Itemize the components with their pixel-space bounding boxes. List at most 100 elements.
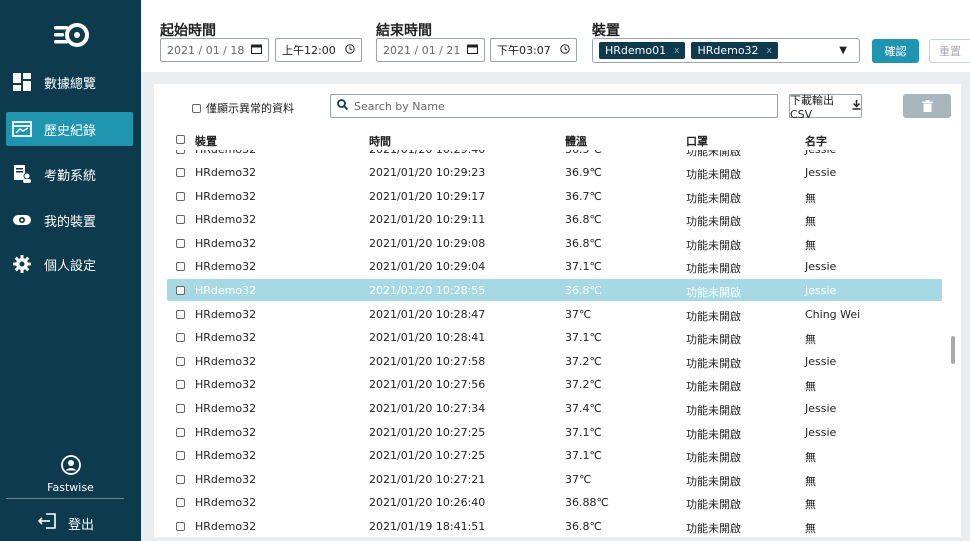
- download-csv-button[interactable]: 下載輸出 CSV: [789, 93, 862, 121]
- row-checkbox[interactable]: [176, 427, 185, 437]
- cell-temp: 36.8℃: [565, 284, 602, 297]
- sidebar-item-label: 數據總覽: [44, 76, 97, 92]
- row-checkbox[interactable]: [176, 498, 185, 508]
- row-checkbox[interactable]: [176, 215, 185, 225]
- cell-mask: 功能未開啟: [686, 404, 741, 417]
- row-checkbox[interactable]: [176, 286, 185, 295]
- sidebar-item-overview[interactable]: 數據總覽: [0, 65, 141, 99]
- row-checkbox[interactable]: [176, 522, 185, 531]
- table-row[interactable]: HRdemo32 2021/01/20 10:28:41 37.1℃ 功能未開啟 無: [167, 326, 942, 348]
- row-checkbox[interactable]: [176, 238, 185, 248]
- sidebar-item-label: 考勤系統: [44, 168, 97, 184]
- reset-button[interactable]: 重置: [929, 39, 970, 63]
- table-row[interactable]: HRdemo32 2021/01/20 10:27:25 37.1℃ 功能未開啟 無: [167, 444, 942, 466]
- row-checkbox[interactable]: [176, 262, 185, 272]
- cell-temp: 37.1℃: [565, 260, 602, 274]
- logout-button[interactable]: 登出: [37, 512, 95, 534]
- cell-time: 2021/01/20 10:27:34: [369, 402, 486, 415]
- table-row[interactable]: HRdemo32 2021/01/20 10:29:04 37.1℃ 功能未開啟 Jes…: [167, 255, 942, 277]
- calendar-icon[interactable]: [251, 44, 262, 57]
- header-device[interactable]: 裝置: [195, 133, 217, 149]
- sidebar-item-attendance[interactable]: 考勤系統: [0, 157, 141, 191]
- cell-time: 2021/01/20 10:26:40: [369, 496, 486, 510]
- scrollbar-thumb[interactable]: [951, 336, 955, 364]
- device-label: 裝置: [592, 23, 620, 39]
- cell-mask: 功能未開啟: [686, 238, 741, 252]
- table-row[interactable]: HRdemo32 2021/01/20 10:28:55 36.8℃ 功能未開啟 Jes…: [167, 279, 942, 301]
- header-mask[interactable]: 口罩: [686, 133, 708, 149]
- table-row[interactable]: HRdemo32 2021/01/20 10:27:25 37.1℃ 功能未開啟 Jes…: [167, 421, 942, 443]
- sidebar-item-settings[interactable]: 個人設定: [0, 247, 141, 281]
- table-row[interactable]: HRdemo32 2021/01/20 10:28:47 37℃ 功能未開啟 Ching…: [167, 303, 942, 325]
- table-row[interactable]: HRdemo32 2021/01/20 10:29:17 36.7℃ 功能未開啟 無: [167, 185, 942, 207]
- clock-icon[interactable]: [560, 43, 570, 57]
- row-checkbox[interactable]: [176, 380, 185, 390]
- table-row[interactable]: HRdemo32 2021/01/20 10:26:40 36.88℃ 功能未開啟 無: [167, 491, 942, 513]
- row-checkbox[interactable]: [176, 333, 185, 343]
- table-row[interactable]: HRdemo32 2021/01/20 10:29:11 36.8℃ 功能未開啟 無: [167, 208, 942, 230]
- remove-chip-icon[interactable]: x: [767, 46, 772, 56]
- cell-temp: 36.8℃: [565, 213, 602, 227]
- table-row[interactable]: HRdemo32 2021/01/20 10:27:58 37.2℃ 功能未開啟 Jes…: [167, 350, 942, 372]
- header-name[interactable]: 名字: [805, 133, 827, 149]
- cell-time: 2021/01/20 10:28:47: [369, 307, 486, 321]
- search-icon: [337, 99, 349, 113]
- calendar-icon[interactable]: [467, 44, 478, 57]
- logout-label: 登出: [68, 517, 95, 533]
- start-time-field[interactable]: 上午12:00: [275, 38, 362, 62]
- table-row[interactable]: HRdemo32 2021/01/20 10:27:56 37.2℃ 功能未開啟 無: [167, 373, 942, 395]
- cell-device: HRdemo32: [195, 425, 257, 439]
- header-time[interactable]: 時間: [369, 133, 391, 149]
- table-row[interactable]: HRdemo32 2021/01/20 10:29:23 36.9℃ 功能未開啟 Jes…: [167, 161, 942, 183]
- cell-name: Jessie: [805, 354, 837, 368]
- row-checkbox[interactable]: [176, 168, 185, 177]
- download-icon: [852, 99, 861, 113]
- sidebar-item-devices[interactable]: 我的裝置: [0, 203, 141, 237]
- cell-temp: 37.1℃: [565, 331, 602, 345]
- search-input[interactable]: Search by Name: [330, 94, 778, 118]
- select-all-checkbox[interactable]: [176, 135, 185, 144]
- cell-name: 無: [805, 522, 816, 535]
- delete-button[interactable]: [903, 94, 951, 118]
- cell-time: 2021/01/19 18:41:51: [369, 520, 486, 533]
- header-temp[interactable]: 體溫: [565, 133, 587, 149]
- table-row[interactable]: HRdemo32 2021/01/20 10:27:34 37.4℃ 功能未開啟 Jes…: [167, 397, 942, 419]
- start-date-field[interactable]: 2021 / 01 / 18: [160, 38, 269, 62]
- table-row[interactable]: HRdemo32 2021/01/20 10:29:08 36.8℃ 功能未開啟 無: [167, 232, 942, 254]
- end-date-field[interactable]: 2021 / 01 / 21: [376, 38, 485, 62]
- remove-chip-icon[interactable]: x: [674, 46, 679, 56]
- sidebar-item-history[interactable]: 歷史紀錄: [6, 112, 133, 146]
- confirm-button[interactable]: 確認: [872, 39, 919, 63]
- end-time-field[interactable]: 下午03:07: [490, 38, 577, 62]
- cell-name: 無: [805, 451, 816, 465]
- sidebar-item-label: 個人設定: [44, 258, 97, 274]
- abnormal-only-checkbox[interactable]: [192, 103, 201, 113]
- device-chip[interactable]: HRdemo01 x: [599, 42, 686, 59]
- row-checkbox[interactable]: [176, 356, 185, 366]
- abnormal-only-toggle[interactable]: 僅顯示異常的資料: [192, 100, 294, 116]
- cell-device: HRdemo32: [195, 496, 257, 510]
- row-checkbox[interactable]: [176, 191, 185, 201]
- search-placeholder: Search by Name: [354, 99, 445, 113]
- chevron-down-icon[interactable]: ▼: [839, 45, 847, 56]
- cell-time: 2021/01/20 10:27:21: [369, 472, 486, 486]
- cell-device: HRdemo32: [195, 331, 257, 345]
- cell-name: 無: [805, 380, 816, 394]
- table-row[interactable]: HRdemo32 2021/01/19 18:41:51 36.8℃ 功能未開啟 無: [167, 515, 942, 537]
- row-checkbox[interactable]: [176, 451, 185, 461]
- clock-icon[interactable]: [345, 43, 355, 57]
- dashboard-icon: [12, 72, 32, 92]
- device-chip[interactable]: HRdemo32 x: [691, 42, 778, 59]
- user-profile[interactable]: Fastwise: [0, 455, 141, 494]
- download-csv-label: 下載輸出 CSV: [790, 93, 834, 121]
- cell-temp: 37.4℃: [565, 402, 602, 415]
- table-row[interactable]: HRdemo32 2021/01/20 10:27:21 37℃ 功能未開啟 無: [167, 468, 942, 490]
- device-select[interactable]: HRdemo01 x HRdemo32 x ▼: [592, 38, 860, 63]
- cell-name: Jessie: [805, 166, 837, 179]
- cell-device: HRdemo32: [195, 284, 257, 297]
- cell-mask: 功能未開啟: [686, 168, 741, 181]
- row-checkbox[interactable]: [176, 309, 185, 319]
- row-checkbox[interactable]: [176, 474, 185, 484]
- cell-device: HRdemo32: [195, 307, 257, 321]
- row-checkbox[interactable]: [176, 404, 185, 413]
